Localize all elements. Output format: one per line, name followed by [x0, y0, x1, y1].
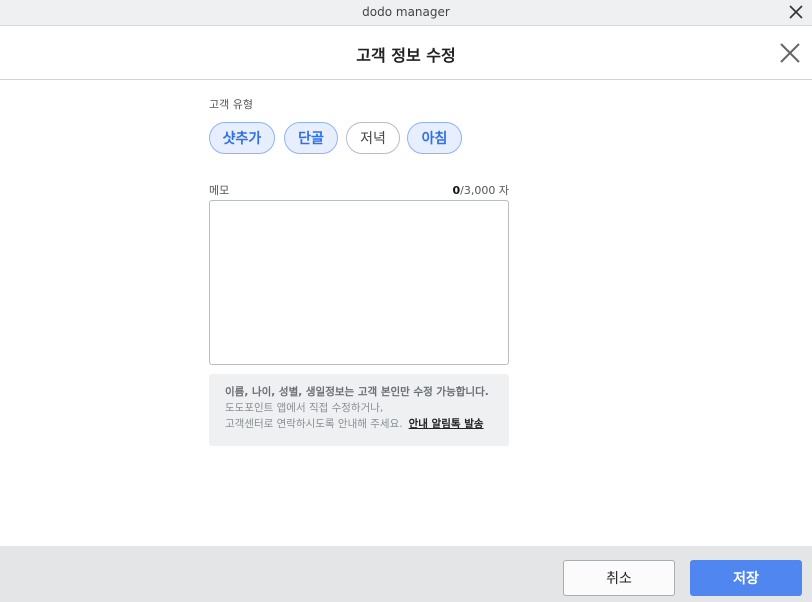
memo-counter: 0/3,000 자 — [453, 182, 509, 198]
notice-line-2: 도도포인트 앱에서 직접 수정하거나, — [225, 402, 384, 414]
notice-line-3-text: 고객센터로 연락하시도록 안내해 주세요. — [225, 418, 403, 430]
window-title: dodo manager — [362, 5, 450, 19]
customer-type-label: 고객 유형 — [209, 98, 253, 111]
dialog-header: 고객 정보 수정 — [0, 26, 812, 80]
notice-box: 이름, 나이, 성별, 생일정보는 고객 본인만 수정 가능합니다. 도도포인트… — [209, 374, 509, 446]
dialog-footer: 취소 저장 — [0, 546, 812, 602]
chip-morning[interactable]: 아침 — [407, 122, 462, 154]
send-notice-link[interactable]: 안내 알림톡 발송 — [409, 418, 484, 430]
page-title: 고객 정보 수정 — [356, 46, 456, 65]
window-close-icon[interactable] — [786, 2, 806, 22]
notice-line-3: 고객센터로 연락하시도록 안내해 주세요. 안내 알림톡 발송 — [225, 416, 493, 432]
dialog-close-icon[interactable] — [778, 41, 802, 65]
form-content: 고객 유형 샷추가 단골 저녁 아침 메모 0/3,000 자 이름, 나이, … — [209, 96, 509, 446]
chip-evening[interactable]: 저녁 — [346, 122, 400, 154]
chip-regular[interactable]: 단골 — [284, 122, 338, 154]
memo-label: 메모 — [209, 184, 230, 197]
notice-line-1: 이름, 나이, 성별, 생일정보는 고객 본인만 수정 가능합니다. — [225, 386, 489, 398]
window-titlebar: dodo manager — [0, 0, 812, 26]
customer-type-chips: 샷추가 단골 저녁 아침 — [209, 122, 509, 154]
memo-limit: /3,000 자 — [460, 184, 509, 197]
memo-textarea[interactable] — [209, 200, 509, 365]
chip-shot-add[interactable]: 샷추가 — [209, 122, 275, 154]
save-button[interactable]: 저장 — [690, 560, 802, 596]
cancel-button[interactable]: 취소 — [563, 560, 675, 596]
